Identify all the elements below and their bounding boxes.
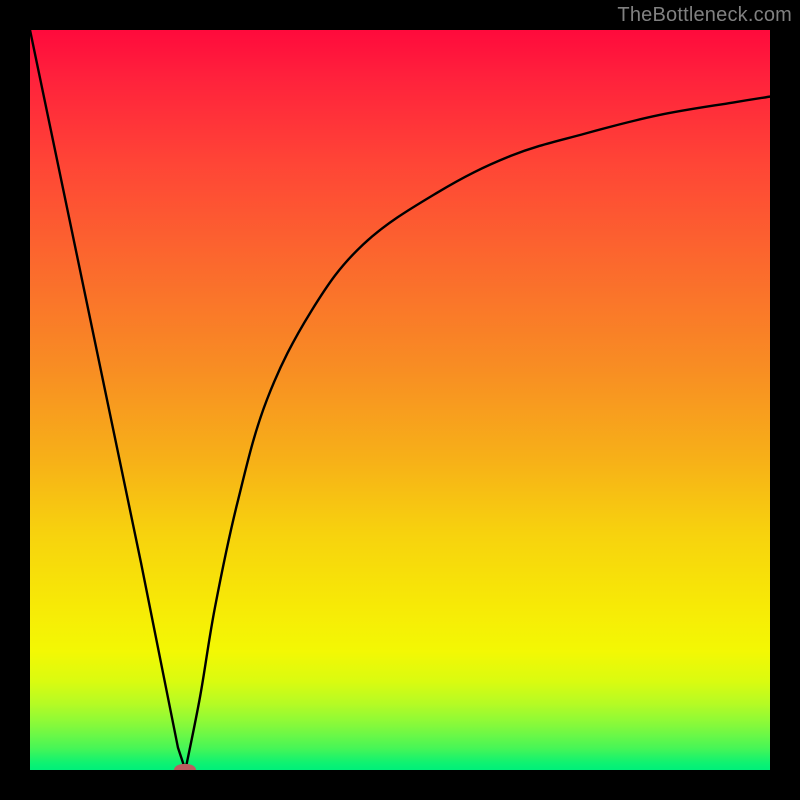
chart-frame: TheBottleneck.com xyxy=(0,0,800,800)
watermark-text: TheBottleneck.com xyxy=(617,4,792,27)
balance-point-marker xyxy=(174,764,196,770)
bottleneck-curve xyxy=(30,30,770,770)
plot-area xyxy=(30,30,770,770)
